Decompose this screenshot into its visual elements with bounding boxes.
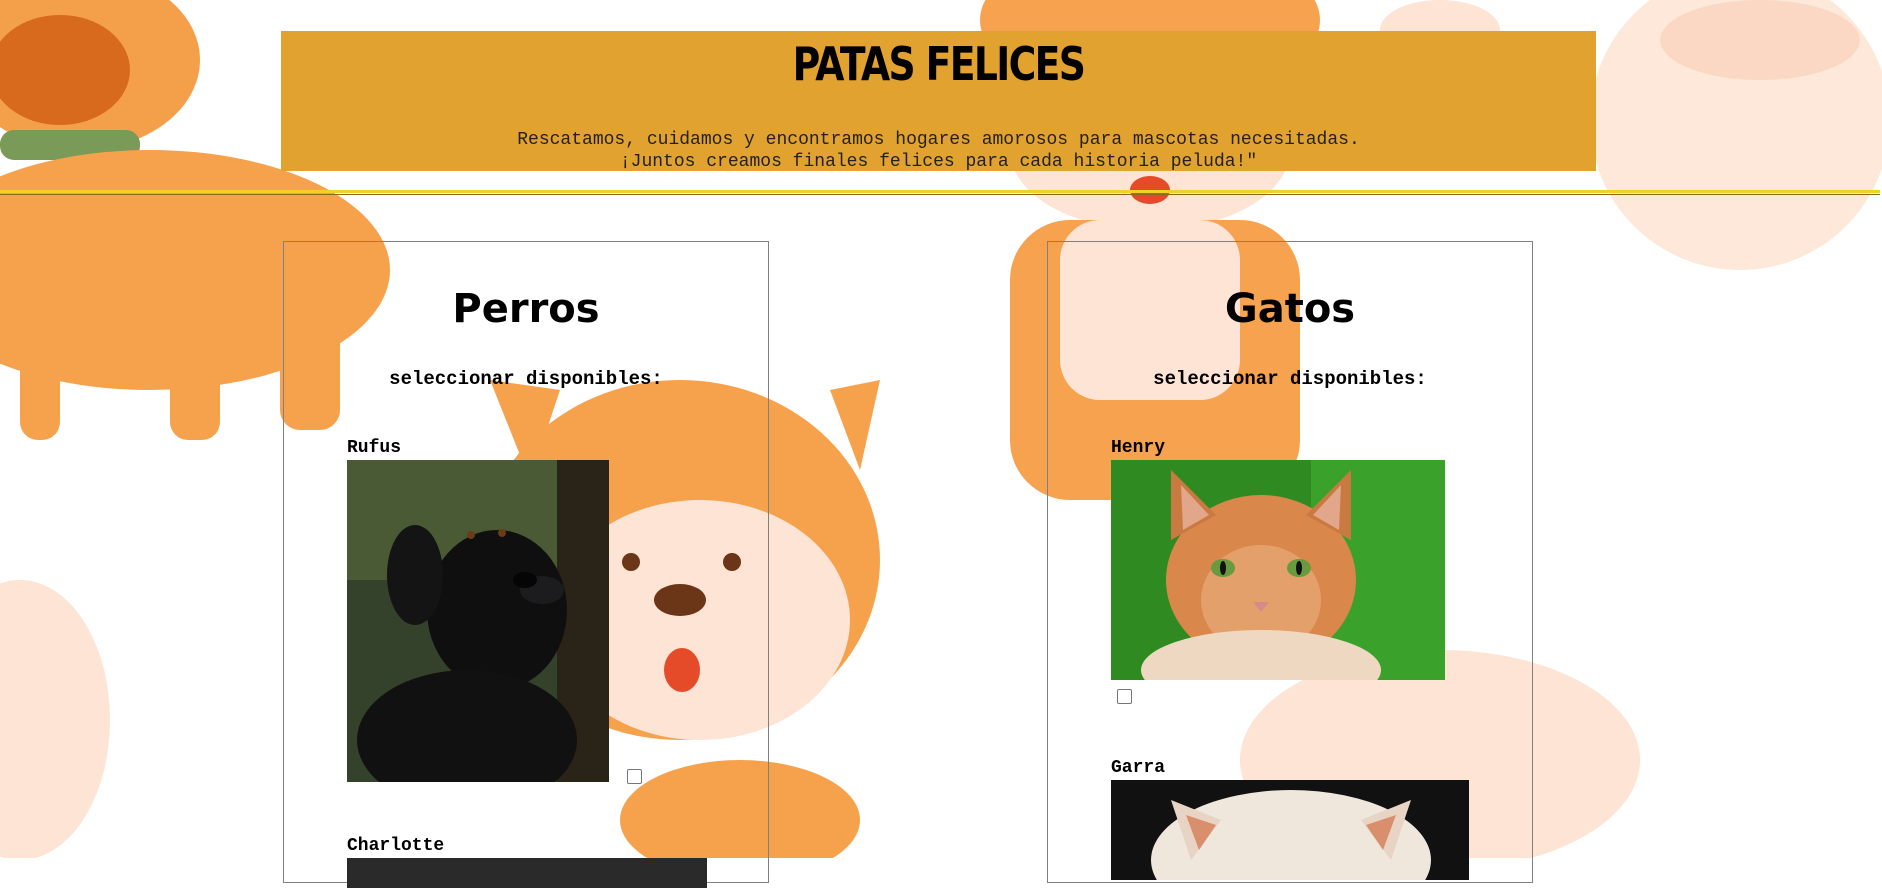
- cats-select-label: seleccionar disponibles:: [1153, 368, 1427, 390]
- select-checkbox-rufus[interactable]: [627, 769, 642, 784]
- header-divider: [0, 190, 1880, 193]
- cats-heading: Gatos: [1224, 286, 1356, 332]
- dog-photo-rufus: [347, 460, 609, 782]
- dog-photo-charlotte: [347, 858, 707, 888]
- black-labrador-image: [347, 460, 609, 782]
- cat-photo-henry: [1111, 460, 1445, 680]
- dogs-panel: Perros seleccionar disponibles: Rufus Ch…: [283, 241, 769, 888]
- pet-name-henry: Henry: [1111, 438, 1166, 458]
- header-divider-shadow: [0, 194, 1880, 195]
- white-fluffy-cat-image: [1111, 780, 1469, 880]
- select-checkbox-henry[interactable]: [1117, 689, 1132, 704]
- orange-tabby-cat-image: [1111, 460, 1445, 680]
- tagline-line-1: Rescatamos, cuidamos y encontramos hogar…: [517, 130, 1360, 150]
- tagline-line-2: ¡Juntos creamos finales felices para cad…: [619, 152, 1258, 172]
- pet-name-rufus: Rufus: [347, 438, 402, 458]
- pet-name-charlotte: Charlotte: [347, 836, 445, 856]
- cat-photo-garra: [1111, 780, 1469, 880]
- dogs-select-label: seleccionar disponibles:: [389, 368, 663, 390]
- cats-panel: Gatos seleccionar disponibles: Henry Gar…: [1047, 241, 1533, 883]
- site-tagline: Rescatamos, cuidamos y encontramos hogar…: [281, 129, 1596, 173]
- site-header: PATAS FELICES Rescatamos, cuidamos y enc…: [281, 31, 1596, 173]
- site-title: PATAS FELICES: [792, 37, 1086, 91]
- pet-name-garra: Garra: [1111, 758, 1166, 778]
- dogs-heading: Perros: [452, 286, 600, 332]
